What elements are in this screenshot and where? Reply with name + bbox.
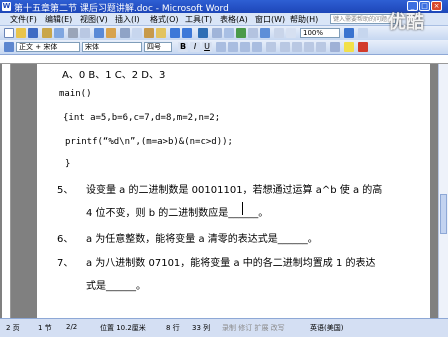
status-modes: 录制 修订 扩展 改写 [222,324,285,332]
show-hide-icon[interactable] [286,28,296,38]
menu-help[interactable]: 帮助(H) [290,14,318,25]
menu-file[interactable]: 文件(F) [10,14,37,25]
permission-icon[interactable] [42,28,52,38]
status-language: 英语(美国) [310,324,344,332]
research-icon[interactable] [106,28,116,38]
copy-icon[interactable] [132,28,142,38]
formatting-toolbar: 正文 + 宋体 宋体 四号 B I U [0,40,448,55]
italic-icon[interactable]: I [190,42,200,52]
question-7-text-cont: 式是______。 [86,281,146,292]
font-select[interactable]: 宋体 [82,42,142,52]
help-icon[interactable] [344,28,354,38]
word-app-icon: W [2,2,11,11]
hyperlink-icon[interactable] [198,28,208,38]
bullets-icon[interactable] [292,42,302,52]
menu-window[interactable]: 窗口(W) [255,14,285,25]
question-5-text-cont: 4 位不变，则 b 的二进制数应是______。 [86,208,269,219]
tables-borders-icon[interactable] [212,28,222,38]
format-painter-icon[interactable] [156,28,166,38]
code-close-brace: } [65,159,71,169]
align-left-icon[interactable] [216,42,226,52]
highlight-icon[interactable] [344,42,354,52]
horizontal-ruler[interactable] [0,55,448,64]
page-margin-left [0,64,37,318]
line-spacing-icon[interactable] [266,42,276,52]
question-7-number: 7、 [57,258,74,269]
print-icon[interactable] [68,28,78,38]
numbering-icon[interactable] [280,42,290,52]
document-page[interactable]: A、0 B、1 C、2 D、3 main() {int a=5,b=6,c=7,… [37,64,430,318]
code-main: main() [59,89,92,99]
question-7-text: a 为八进制数 07101，能将变量 a 中的各二进制均置成 1 的表达 [86,258,376,269]
undo-icon[interactable] [170,28,180,38]
columns-icon[interactable] [248,28,258,38]
style-select[interactable]: 正文 + 宋体 [16,42,80,52]
underline-icon[interactable]: U [202,42,212,52]
status-line: 8 行 [166,324,180,332]
answer-options: A、0 B、1 C、2 D、3 [62,70,166,81]
standard-toolbar: 100% [0,26,448,41]
justify-icon[interactable] [252,42,262,52]
open-icon[interactable] [16,28,26,38]
bold-icon[interactable]: B [178,42,188,52]
align-right-icon[interactable] [240,42,250,52]
spelling-icon[interactable] [94,28,104,38]
text-cursor [242,202,243,215]
save-icon[interactable] [28,28,38,38]
status-position: 位置 10.2厘米 [100,324,146,332]
code-printf: printf(“%d\n”,(m=a>b)&(n=c>d)); [65,137,233,147]
increase-indent-icon[interactable] [316,42,326,52]
paste-icon[interactable] [144,28,154,38]
help-search-input[interactable]: 键入需要帮助的问题 [330,14,396,24]
cut-icon[interactable] [120,28,130,38]
insert-table-icon[interactable] [224,28,234,38]
close-button[interactable]: × [431,1,442,11]
question-5-text: 设变量 a 的二进制数是 00101101，若想通过运算 a^b 使 a 的高 [86,185,383,196]
decrease-indent-icon[interactable] [304,42,314,52]
page-margin-right [430,64,438,318]
email-icon[interactable] [54,28,64,38]
video-watermark: 优酷 [388,12,424,33]
question-6-number: 6、 [57,234,74,245]
insert-excel-icon[interactable] [236,28,246,38]
menu-view[interactable]: 视图(V) [80,14,108,25]
scroll-thumb[interactable] [440,194,447,234]
menu-insert[interactable]: 插入(I) [115,14,140,25]
drawing-icon[interactable] [260,28,270,38]
align-center-icon[interactable] [228,42,238,52]
vertical-ruler [2,64,11,318]
styles-icon[interactable] [4,42,14,52]
menu-format[interactable]: 格式(O) [150,14,179,25]
question-5-number: 5、 [57,185,74,196]
border-icon[interactable] [330,42,340,52]
vertical-scrollbar[interactable] [438,64,448,318]
status-pages: 2/2 [66,323,78,331]
status-bar: 2 页 1 节 2/2 位置 10.2厘米 8 行 33 列 录制 修订 扩展 … [0,318,448,337]
question-6-text: a 为任意整数，能将变量 a 清零的表达式是______。 [86,234,318,245]
font-color-icon[interactable] [358,42,368,52]
status-page: 2 页 [6,324,20,332]
menu-tools[interactable]: 工具(T) [185,14,212,25]
new-icon[interactable] [4,28,14,38]
status-column: 33 列 [192,324,211,332]
font-size-select[interactable]: 四号 [144,42,172,52]
read-mode-icon[interactable] [358,28,368,38]
print-preview-icon[interactable] [80,28,90,38]
code-declaration: {int a=5,b=6,c=7,d=8,m=2,n=2; [63,113,221,123]
title-bar: W 第十五章第二节 课后习题讲解.doc - Microsoft Word _ … [0,0,448,14]
redo-icon[interactable] [182,28,192,38]
zoom-select[interactable]: 100% [300,28,340,38]
menu-edit[interactable]: 编辑(E) [45,14,72,25]
document-map-icon[interactable] [274,28,284,38]
menu-table[interactable]: 表格(A) [220,14,248,25]
status-section: 1 节 [38,324,52,332]
